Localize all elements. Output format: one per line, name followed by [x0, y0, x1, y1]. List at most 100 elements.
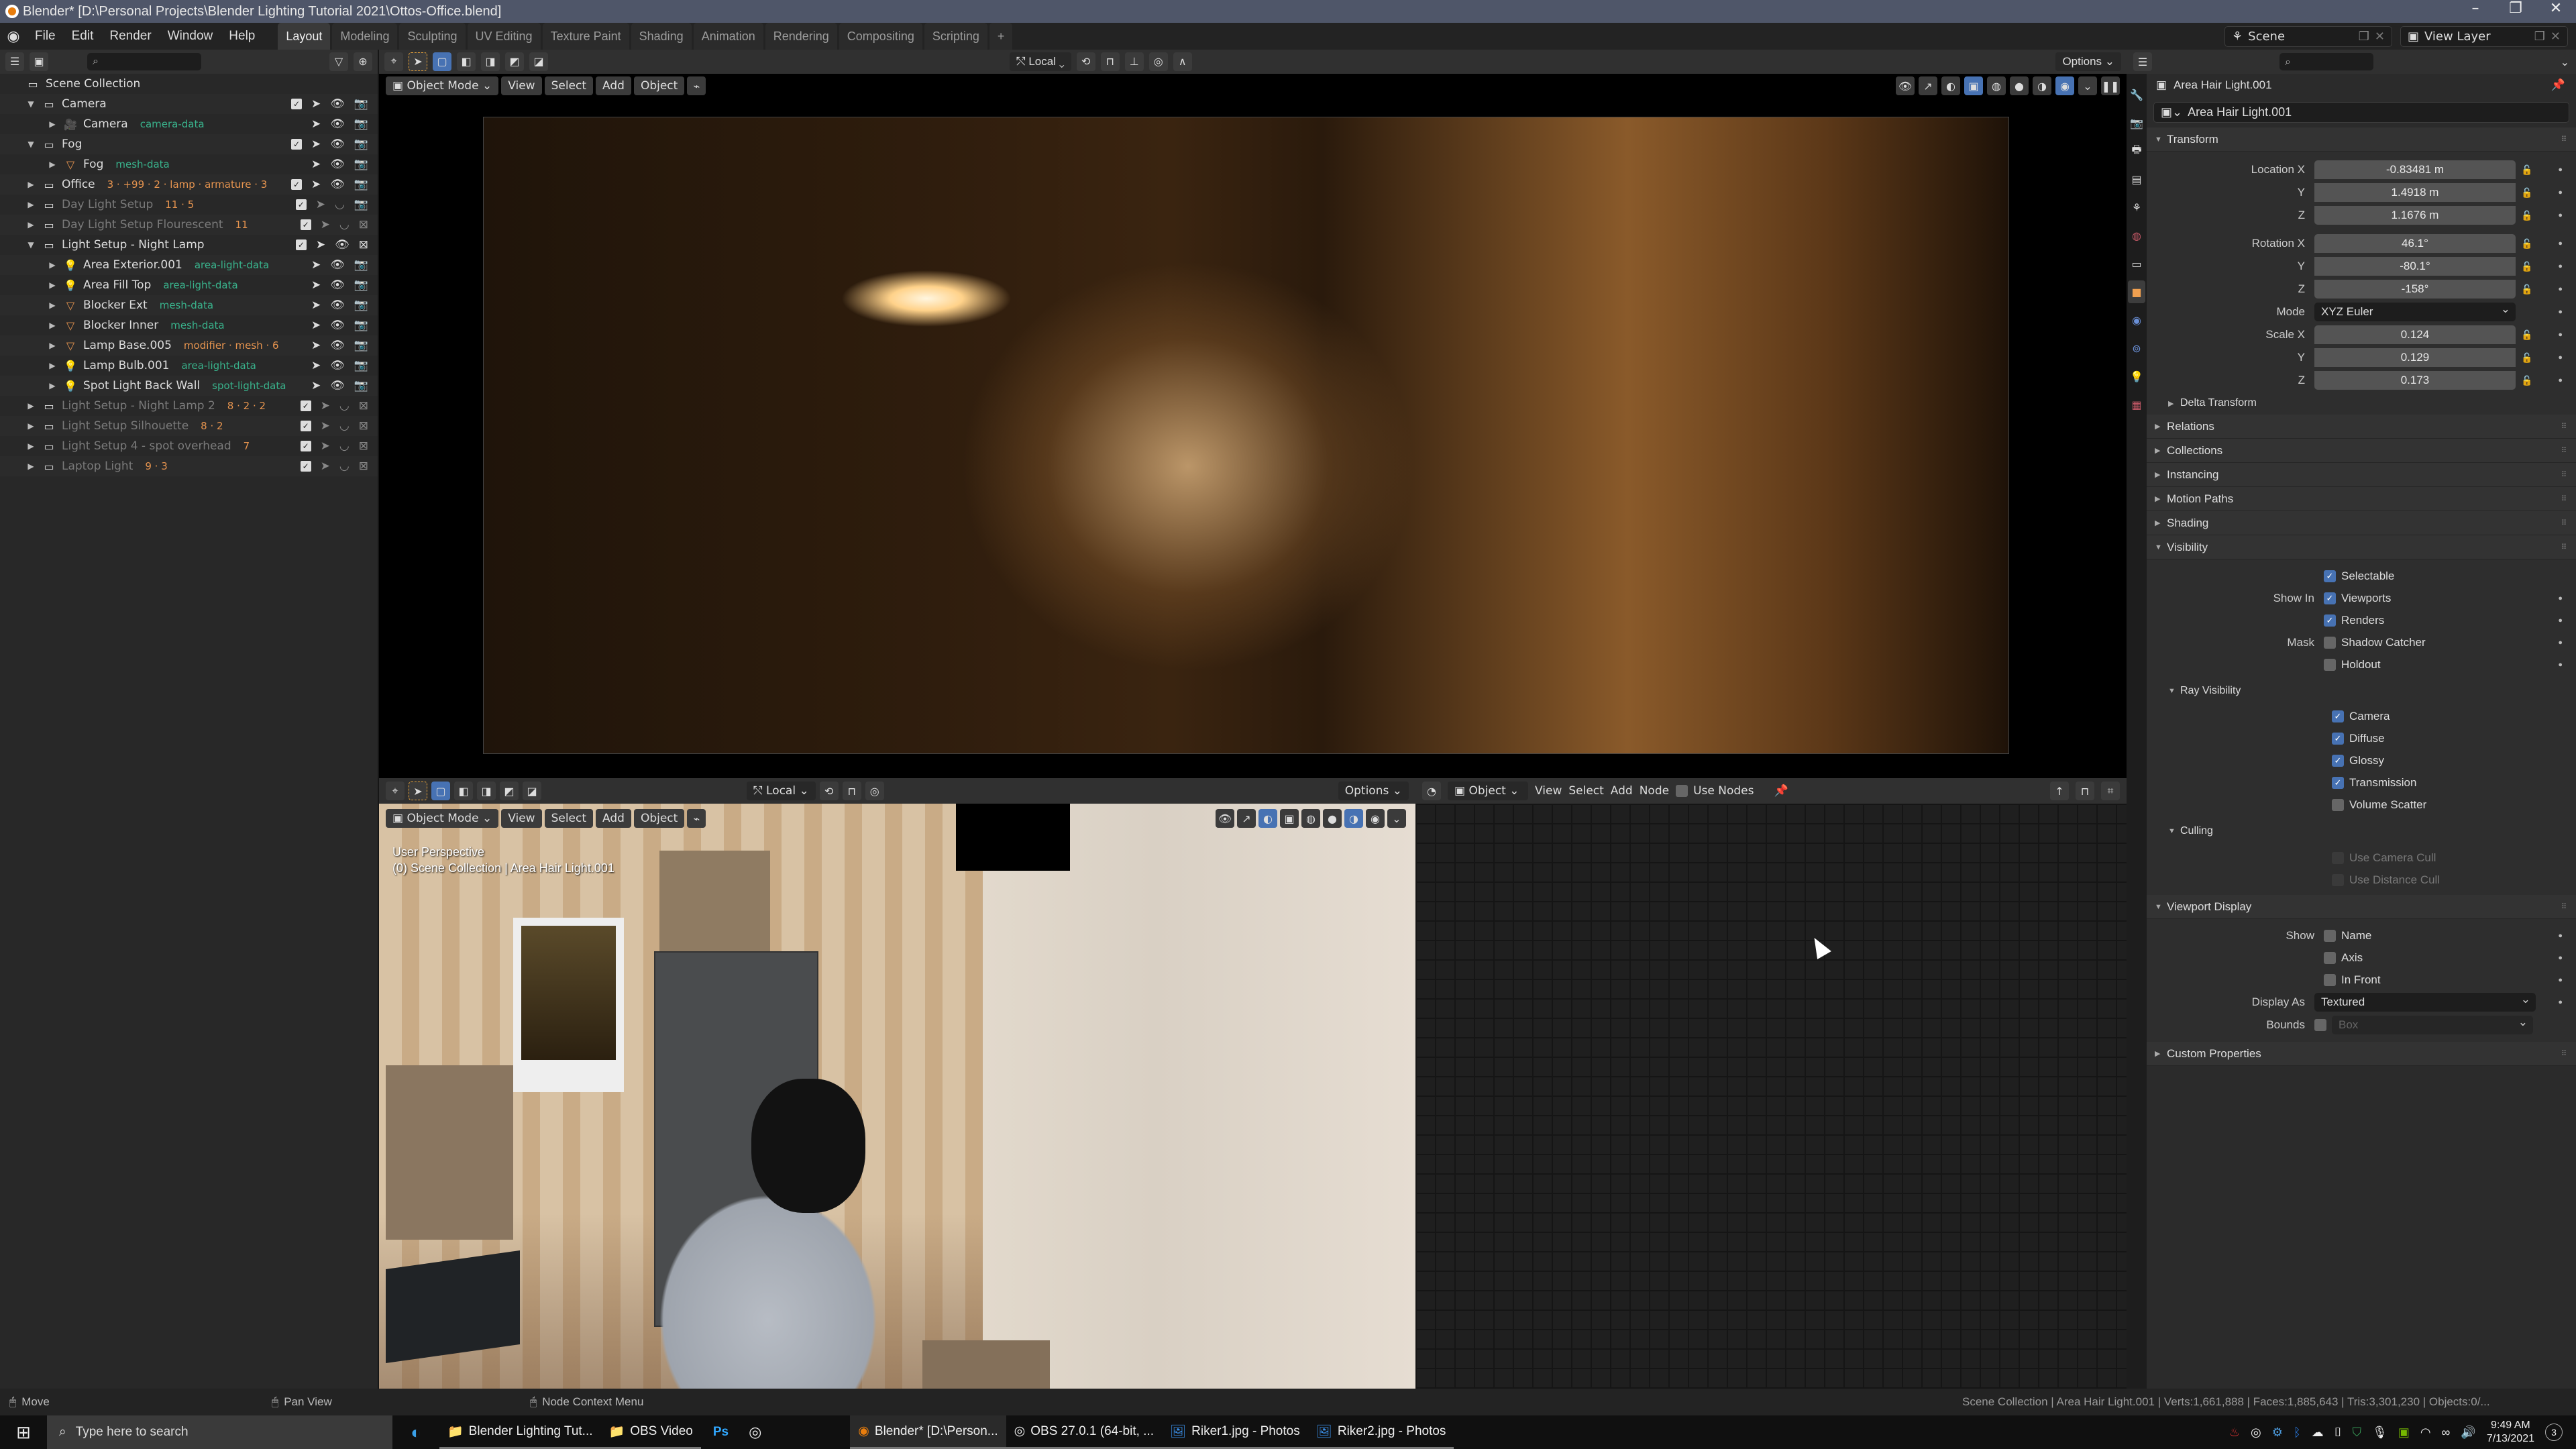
- select-mode-extend-icon[interactable]: ◧: [457, 52, 476, 71]
- outliner-item-label[interactable]: Area Fill Top: [83, 278, 151, 292]
- outliner-row[interactable]: ▶ ▽ Fog mesh-data ➤ 👁 📷: [0, 154, 378, 174]
- eye-icon[interactable]: 👁: [330, 299, 345, 312]
- expand-arrow-icon[interactable]: ▶: [47, 341, 58, 350]
- expand-arrow-icon[interactable]: ▶: [25, 220, 36, 229]
- selectable-arrow-icon[interactable]: ➤: [311, 97, 321, 111]
- tab-texture-paint[interactable]: Texture Paint: [542, 23, 629, 50]
- minimize-button[interactable]: –: [2455, 0, 2496, 23]
- use-nodes-checkbox[interactable]: [1676, 785, 1688, 797]
- select-tool-icon[interactable]: ➤: [409, 782, 427, 800]
- object-tab-icon[interactable]: ■: [2128, 280, 2145, 303]
- menu-view[interactable]: View: [1535, 784, 1562, 798]
- lock-icon[interactable]: 🔓: [2521, 375, 2533, 386]
- outliner-item-label[interactable]: Blocker Inner: [83, 319, 158, 332]
- new-view-layer-icon[interactable]: ❐: [2534, 30, 2545, 44]
- options-dropdown[interactable]: Options ⌄: [2055, 52, 2121, 71]
- keyframe-dot-icon[interactable]: ●: [2558, 189, 2563, 197]
- outliner-item-label[interactable]: Day Light Setup: [62, 198, 153, 211]
- options-chevron-icon[interactable]: ⌄: [2561, 56, 2569, 68]
- drag-handle-icon[interactable]: ⠿: [2561, 1049, 2567, 1058]
- lock-icon[interactable]: 🔓: [2521, 164, 2533, 176]
- editor-type-icon[interactable]: ◔: [1422, 782, 1441, 800]
- lock-icon[interactable]: 🔓: [2521, 329, 2533, 341]
- selectable-arrow-icon[interactable]: ➤: [311, 379, 321, 392]
- transform-section-header[interactable]: ▼ Transform ⠿: [2147, 127, 2576, 152]
- taskbar-app[interactable]: 📁 Blender Lighting Tut...: [439, 1415, 601, 1449]
- selectable-arrow-icon[interactable]: ➤: [316, 238, 325, 252]
- taskbar-app[interactable]: ◎ OBS 27.0.1 (64-bit, ...: [1006, 1415, 1163, 1449]
- menu-select[interactable]: Select: [1568, 784, 1603, 798]
- camera-render-icon[interactable]: 📷: [354, 359, 368, 372]
- child-data-badges[interactable]: area-light-data: [181, 360, 256, 372]
- selectable-arrow-icon[interactable]: ➤: [311, 359, 321, 372]
- menu-select[interactable]: Select: [544, 809, 594, 828]
- proportional-edit-icon[interactable]: ◎: [865, 782, 884, 800]
- select-mode-invert-icon[interactable]: ◩: [505, 52, 524, 71]
- drag-handle-icon[interactable]: ⠿: [2561, 446, 2567, 455]
- expand-arrow-icon[interactable]: ▶: [47, 321, 58, 330]
- child-data-badges[interactable]: modifier · mesh · 6: [184, 339, 279, 352]
- camera-render-icon[interactable]: 📷: [354, 97, 368, 111]
- drag-handle-icon[interactable]: ⠿: [2561, 902, 2567, 911]
- outliner-row[interactable]: ▶ 💡 Area Fill Top area-light-data ➤ 👁 📷: [0, 275, 378, 295]
- child-data-badges[interactable]: 8 · 2 · 2: [227, 400, 266, 412]
- show-name-checkbox[interactable]: [2324, 929, 2336, 942]
- selectable-arrow-icon[interactable]: ➤: [311, 117, 321, 131]
- pivot-point-icon[interactable]: ⟲: [1076, 52, 1095, 71]
- tab-modeling[interactable]: Modeling: [332, 23, 398, 50]
- keyframe-dot-icon[interactable]: ●: [2558, 166, 2563, 174]
- selectable-arrow-icon[interactable]: ➤: [321, 218, 330, 231]
- transform-orientation-dropdown[interactable]: ⤲ Local ⌄: [1010, 52, 1071, 71]
- keyframe-dot-icon[interactable]: ●: [2558, 285, 2563, 293]
- keyframe-dot-icon[interactable]: ●: [2558, 331, 2563, 339]
- taskbar-search-box[interactable]: ⌕ Type here to search: [47, 1415, 392, 1449]
- eye-icon[interactable]: 👁: [330, 339, 345, 352]
- select-tool-icon[interactable]: ➤: [409, 52, 427, 71]
- hidden-eye-icon[interactable]: ◡: [339, 399, 350, 413]
- tab-sculpting[interactable]: Sculpting: [399, 23, 466, 50]
- selectable-arrow-icon[interactable]: ➤: [311, 178, 321, 191]
- expand-arrow-icon[interactable]: ▶: [47, 160, 58, 169]
- keyframe-dot-icon[interactable]: ●: [2558, 616, 2563, 625]
- camera-render-icon[interactable]: 📷: [354, 178, 368, 191]
- world-tab-icon[interactable]: ◍: [2128, 224, 2145, 247]
- eye-icon[interactable]: 👁: [330, 97, 345, 111]
- object-type-visibility-icon[interactable]: ⌁: [687, 76, 706, 95]
- transform-orientation-dropdown[interactable]: ⤲ Local ⌄: [747, 782, 816, 800]
- object-datablock-icon[interactable]: ▣⌄: [2161, 105, 2182, 119]
- camera-render-icon[interactable]: 📷: [354, 299, 368, 312]
- shading-section-header[interactable]: ▶ Shading ⠿: [2147, 511, 2576, 535]
- exclude-checkbox[interactable]: ✓: [295, 239, 307, 250]
- menu-file[interactable]: File: [27, 29, 64, 44]
- exclude-checkbox[interactable]: ✓: [295, 199, 307, 210]
- shading-options-icon[interactable]: ⌄: [1387, 809, 1406, 828]
- menu-object[interactable]: Object: [633, 809, 685, 828]
- menu-add[interactable]: Add: [596, 809, 631, 828]
- maximize-button[interactable]: ❐: [2496, 0, 2536, 23]
- hidden-eye-icon[interactable]: ◡: [339, 419, 350, 433]
- expand-arrow-icon[interactable]: ▶: [25, 401, 36, 411]
- rotation-y-field[interactable]: -80.1°: [2314, 257, 2516, 276]
- location-y-field[interactable]: 1.4918 m: [2314, 183, 2516, 202]
- outliner-item-label[interactable]: Light Setup - Night Lamp: [62, 238, 205, 252]
- expand-arrow-icon[interactable]: ▶: [25, 462, 36, 471]
- outliner-row[interactable]: ▶ ▭ Day Light Setup Flourescent 11 ✓ ➤ ◡ ⊠: [0, 215, 378, 235]
- scale-x-field[interactable]: 0.124: [2314, 325, 2516, 344]
- filter-icon[interactable]: ▽: [329, 52, 348, 71]
- outliner-item-label[interactable]: Light Setup - Night Lamp 2: [62, 399, 215, 413]
- outliner-row[interactable]: ▶ ▽ Blocker Ext mesh-data ➤ 👁 📷: [0, 295, 378, 315]
- tab-scripting[interactable]: Scripting: [924, 23, 987, 50]
- snap-element-icon[interactable]: ⌗: [2101, 782, 2120, 800]
- shading-material-icon[interactable]: ◑: [1344, 809, 1363, 828]
- outliner-row[interactable]: ▶ 💡 Spot Light Back Wall spot-light-data ➤ 👁 📷: [0, 376, 378, 396]
- expand-arrow-icon[interactable]: ▶: [25, 180, 36, 189]
- outliner-row[interactable]: ▶ ▭ Day Light Setup 11 · 5 ✓ ➤ ◡ 📷: [0, 195, 378, 215]
- outliner-item-label[interactable]: Laptop Light: [62, 460, 133, 473]
- select-mode-intersect-icon[interactable]: ◪: [529, 52, 548, 71]
- wifi-icon[interactable]: ◠: [2420, 1426, 2431, 1440]
- menu-add[interactable]: Add: [596, 76, 631, 95]
- keyframe-dot-icon[interactable]: ●: [2558, 954, 2563, 962]
- overlays-icon[interactable]: ◐: [1941, 76, 1960, 95]
- shadow-catcher-checkbox[interactable]: [2324, 636, 2336, 649]
- xray-icon[interactable]: ▣: [1280, 809, 1299, 828]
